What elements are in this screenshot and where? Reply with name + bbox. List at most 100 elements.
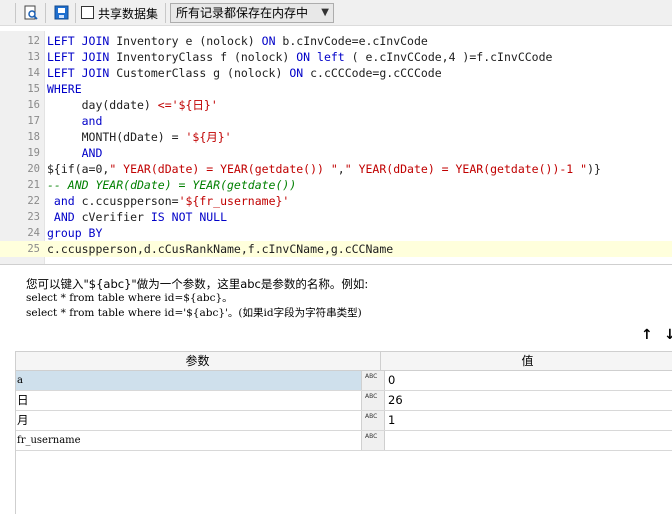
line-number: 14 xyxy=(27,67,40,79)
code-text: group BY xyxy=(47,225,102,241)
line-number: 23 xyxy=(27,211,40,223)
param-name-cell: a xyxy=(16,371,362,390)
type-icon-text: ABC xyxy=(365,373,378,380)
code-token: -- AND YEAR(dDate) = YEAR(getdate()) xyxy=(47,178,297,192)
code-line[interactable]: 16 day(ddate) <='${日}' xyxy=(0,97,672,113)
line-number: 15 xyxy=(27,83,40,95)
param-value-cell[interactable]: 26 xyxy=(384,391,672,410)
move-up-button[interactable]: ↑ xyxy=(641,327,653,343)
line-number: 13 xyxy=(27,51,40,63)
code-token: left xyxy=(310,50,345,64)
code-text: LEFT JOIN InventoryClass f (nolock) ON l… xyxy=(47,49,552,65)
code-text: LEFT JOIN Inventory e (nolock) ON b.cInv… xyxy=(47,33,428,49)
code-token: cVerifier xyxy=(74,210,151,224)
code-token: (nolock) xyxy=(199,34,255,48)
code-token: ( e.cInvCCode,4 )=f.cInvCCode xyxy=(344,50,553,64)
param-value-cell[interactable] xyxy=(384,431,672,450)
code-text: WHERE xyxy=(47,81,82,97)
line-number: 18 xyxy=(27,131,40,143)
type-icon-text: ABC xyxy=(365,433,378,440)
line-number: 24 xyxy=(27,227,40,239)
code-line[interactable]: 15 WHERE xyxy=(0,81,672,97)
code-line[interactable]: 21 -- AND YEAR(dDate) = YEAR(getdate()) xyxy=(0,177,672,193)
parameter-table: 参数 值 a ABC 0 日 ABC 26 月 ABC 1 fr_username ABC xyxy=(15,351,672,514)
line-number: 16 xyxy=(27,99,40,111)
param-name-cell: 日 xyxy=(17,393,29,407)
code-token: MONTH(dDate) = xyxy=(47,130,186,144)
code-token: LEFT JOIN xyxy=(47,50,110,64)
table-row[interactable]: 日 ABC 26 xyxy=(16,391,672,411)
code-token: ON xyxy=(254,34,276,48)
string-type-icon[interactable]: ABC xyxy=(361,391,384,410)
param-value-cell[interactable]: 1 xyxy=(384,411,672,430)
code-text: LEFT JOIN CustomerClass g (nolock) ON c.… xyxy=(47,65,442,81)
code-token: c.cCCCode=g.cCCCode xyxy=(303,66,442,80)
move-down-button[interactable]: ↓ xyxy=(664,327,672,343)
code-text: and c.ccuspperson='${fr_username}' xyxy=(47,193,289,209)
code-token: AND xyxy=(47,146,103,160)
code-token: '${fr_username}' xyxy=(178,194,290,208)
code-line[interactable]: 12 LEFT JOIN Inventory e (nolock) ON b.cI… xyxy=(0,33,672,49)
toolbar-separator xyxy=(75,3,76,23)
code-token: ${if(a=0, xyxy=(47,162,110,176)
share-dataset-label: 共享数据集 xyxy=(98,7,159,21)
column-header-param[interactable]: 参数 xyxy=(16,352,379,370)
share-dataset-checkbox[interactable] xyxy=(81,6,94,19)
code-token: and xyxy=(47,114,103,128)
code-token: Inventory e xyxy=(109,34,200,48)
table-row[interactable]: fr_username ABC xyxy=(16,431,672,451)
code-line[interactable]: 13 LEFT JOIN InventoryClass f (nolock) ON… xyxy=(0,49,672,65)
code-line[interactable]: 22 and c.ccuspperson='${fr_username}' xyxy=(0,193,672,209)
code-token: " YEAR(dDate) = YEAR(getdate()) " xyxy=(109,162,338,176)
toolbar-separator xyxy=(15,3,16,23)
code-text: MONTH(dDate) = '${月}' xyxy=(47,129,232,145)
table-row[interactable]: a ABC 0 xyxy=(16,371,672,391)
code-token: IS NOT NULL xyxy=(150,210,228,224)
preview-icon[interactable] xyxy=(22,4,40,22)
code-text: and xyxy=(47,113,103,129)
line-number: 12 xyxy=(27,35,40,47)
code-line[interactable]: 14 LEFT JOIN CustomerClass g (nolock) ON … xyxy=(0,65,672,81)
line-number: 20 xyxy=(27,163,40,175)
string-type-icon[interactable]: ABC xyxy=(361,431,384,450)
code-token: , xyxy=(337,162,345,176)
dataset-icon[interactable] xyxy=(53,4,71,22)
type-icon-text: ABC xyxy=(365,393,378,400)
code-token: WHERE xyxy=(47,82,82,96)
code-text: c.ccuspperson,d.cCusRankName,f.cInvCName… xyxy=(47,241,393,257)
code-line[interactable]: 19 AND xyxy=(0,145,672,161)
code-line[interactable]: 18 MONTH(dDate) = '${月}' xyxy=(0,129,672,145)
code-line[interactable]: 24 group BY xyxy=(0,225,672,241)
string-type-icon[interactable]: ABC xyxy=(361,411,384,430)
storage-mode-select[interactable]: 所有记录都保存在内存中 ▼ xyxy=(170,3,334,23)
code-token: (nolock) xyxy=(233,50,290,64)
chevron-down-icon: ▼ xyxy=(321,7,329,18)
code-text: AND cVerifier IS NOT NULL xyxy=(47,209,227,225)
code-line[interactable]: 25 c.ccuspperson,d.cCusRankName,f.cInvCNa… xyxy=(0,241,672,257)
string-type-icon[interactable]: ABC xyxy=(361,371,384,390)
code-token: '${月}' xyxy=(185,130,232,144)
code-line[interactable]: 23 AND cVerifier IS NOT NULL xyxy=(0,209,672,225)
code-token: CustomerClass g xyxy=(109,66,228,80)
code-text: day(ddate) <='${日}' xyxy=(47,97,218,113)
code-line[interactable]: 20 ${if(a=0," YEAR(dDate) = YEAR(getdate(… xyxy=(0,161,672,177)
code-token: group BY xyxy=(47,226,103,240)
code-text: -- AND YEAR(dDate) = YEAR(getdate()) xyxy=(47,177,296,193)
toolbar: 共享数据集 所有记录都保存在内存中 ▼ xyxy=(0,0,672,26)
param-hint-line3: select * from table where id='${abc}'。(如… xyxy=(26,307,362,319)
column-header-value[interactable]: 值 xyxy=(380,352,672,370)
code-token: LEFT JOIN xyxy=(47,66,110,80)
param-name-cell: fr_username xyxy=(17,435,81,446)
code-token: )} xyxy=(587,162,601,176)
sql-editor[interactable]: 12 LEFT JOIN Inventory e (nolock) ON b.cI… xyxy=(0,31,672,265)
code-token: InventoryClass f xyxy=(109,50,234,64)
type-icon-text: ABC xyxy=(365,413,378,420)
param-value-cell[interactable]: 0 xyxy=(384,371,672,390)
line-number: 19 xyxy=(27,147,40,159)
code-line[interactable]: 17 and xyxy=(0,113,672,129)
table-row[interactable]: 月 ABC 1 xyxy=(16,411,672,431)
code-token: c.ccuspperson= xyxy=(74,194,179,208)
code-token: LEFT JOIN xyxy=(47,34,110,48)
line-number: 25 xyxy=(27,243,40,255)
code-token: AND xyxy=(47,210,75,224)
